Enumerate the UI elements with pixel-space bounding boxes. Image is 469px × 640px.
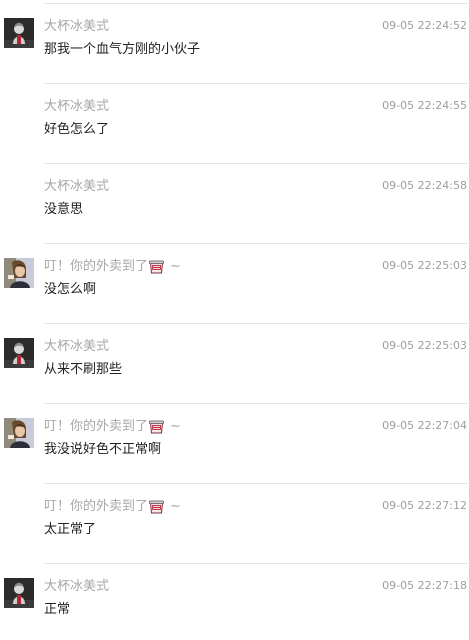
author-name[interactable]: 大杯冰美式 [44, 578, 109, 596]
photo-avatar [4, 258, 34, 288]
message-text: 从来不刷那些 [44, 362, 123, 377]
message-item: 叮！你的外卖到了 ~ 09-05 22:27:04 我没说好色不正常啊 [0, 400, 469, 480]
message-time: 09-05 22:25:03 [382, 339, 467, 352]
message-divider [44, 83, 467, 84]
author-name-text: 叮！你的外卖到了 [44, 499, 149, 514]
dark-avatar [4, 18, 34, 48]
author-name[interactable]: 叮！你的外卖到了 ~ [44, 418, 181, 440]
author-name-text: 大杯冰美式 [44, 339, 110, 354]
message-text: 没意思 [44, 202, 84, 217]
message-time: 09-05 22:27:04 [382, 419, 467, 432]
message-time: 09-05 22:27:12 [382, 499, 467, 512]
chat-history: 大杯冰美式 09-05 22:24:52 那我一个血气方刚的小伙子 大杯冰美式 … [0, 0, 469, 622]
author-name[interactable]: 大杯冰美式 [44, 338, 109, 356]
name-suffix: ~ [170, 499, 181, 514]
author-name-text: 大杯冰美式 [44, 99, 110, 114]
message-item: 大杯冰美式 09-05 22:24:58 没意思 [0, 160, 469, 240]
author-name-text: 叮！你的外卖到了 [44, 419, 149, 434]
dark-avatar [4, 578, 34, 608]
message-divider [44, 163, 467, 164]
food-container-icon [149, 260, 164, 280]
food-container-icon [149, 500, 164, 520]
message-item: 叮！你的外卖到了 ~ 09-05 22:25:03 没怎么啊 [0, 240, 469, 320]
message-divider [44, 483, 467, 484]
name-suffix: ~ [170, 419, 181, 434]
message-item: 大杯冰美式 09-05 22:24:52 那我一个血气方刚的小伙子 [0, 0, 469, 80]
message-divider [44, 403, 467, 404]
message-time: 09-05 22:27:18 [382, 579, 467, 592]
message-divider [44, 3, 467, 4]
message-time: 09-05 22:25:03 [382, 259, 467, 272]
message-text: 没怎么啊 [44, 282, 97, 297]
avatar[interactable] [4, 338, 34, 368]
author-name[interactable]: 大杯冰美式 [44, 98, 109, 116]
author-name-text: 大杯冰美式 [44, 179, 110, 194]
author-name[interactable]: 大杯冰美式 [44, 178, 109, 196]
message-item: 大杯冰美式 09-05 22:24:55 好色怎么了 [0, 80, 469, 160]
author-name-text: 大杯冰美式 [44, 579, 110, 594]
message-text: 太正常了 [44, 522, 97, 537]
message-time: 09-05 22:24:58 [382, 179, 467, 192]
message-item: 叮！你的外卖到了 ~ 09-05 22:27:12 太正常了 [0, 480, 469, 560]
message-item: 大杯冰美式 09-05 22:27:18 正常 [0, 560, 469, 640]
dark-avatar [4, 338, 34, 368]
message-divider [44, 243, 467, 244]
message-time: 09-05 22:24:52 [382, 19, 467, 32]
message-text: 正常 [44, 602, 71, 617]
message-text: 我没说好色不正常啊 [44, 442, 162, 457]
avatar[interactable] [4, 578, 34, 608]
author-name[interactable]: 叮！你的外卖到了 ~ [44, 498, 181, 520]
author-name-text: 叮！你的外卖到了 [44, 259, 149, 274]
message-time: 09-05 22:24:55 [382, 99, 467, 112]
avatar[interactable] [4, 418, 34, 448]
avatar[interactable] [4, 258, 34, 288]
name-suffix: ~ [170, 259, 181, 274]
message-text: 那我一个血气方刚的小伙子 [44, 42, 201, 57]
author-name[interactable]: 叮！你的外卖到了 ~ [44, 258, 181, 280]
photo-avatar [4, 418, 34, 448]
message-item: 大杯冰美式 09-05 22:25:03 从来不刷那些 [0, 320, 469, 400]
message-text: 好色怎么了 [44, 122, 110, 137]
author-name[interactable]: 大杯冰美式 [44, 18, 109, 36]
message-divider [44, 563, 467, 564]
food-container-icon [149, 420, 164, 440]
avatar[interactable] [4, 18, 34, 48]
author-name-text: 大杯冰美式 [44, 19, 110, 34]
message-divider [44, 323, 467, 324]
